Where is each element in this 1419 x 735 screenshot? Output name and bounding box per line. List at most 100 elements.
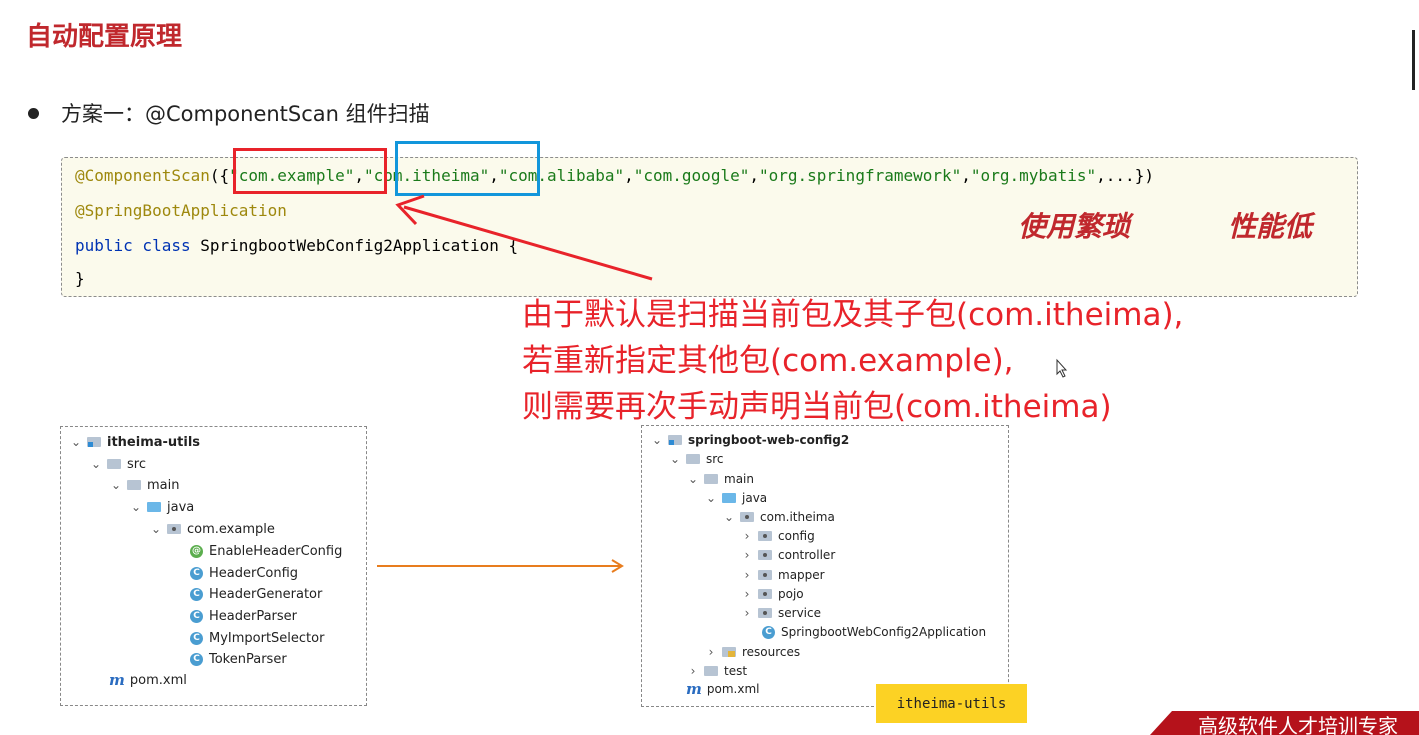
tree-node-root[interactable]: ⌄ itheima-utils bbox=[69, 433, 200, 451]
tree-node-class[interactable]: C HeaderGenerator bbox=[190, 585, 322, 603]
tree-label: service bbox=[778, 606, 821, 620]
tree-node-test[interactable]: › test bbox=[686, 662, 747, 680]
tree-node-package[interactable]: ⌄ com.example bbox=[149, 520, 275, 538]
tree-label: main bbox=[147, 477, 180, 493]
module-folder-icon bbox=[668, 435, 682, 445]
tree-node-src[interactable]: ⌄ src bbox=[668, 450, 724, 468]
tree-label: HeaderGenerator bbox=[209, 586, 323, 602]
class-icon: C bbox=[190, 587, 203, 601]
source-folder-icon bbox=[147, 502, 161, 512]
tree-node-class[interactable]: C MyImportSelector bbox=[190, 629, 324, 647]
tree-label: EnableHeaderConfig bbox=[209, 543, 343, 559]
chevron-right-icon[interactable]: › bbox=[740, 548, 754, 562]
package-icon bbox=[740, 512, 754, 522]
tree-node-app-class[interactable]: C SpringbootWebConfig2Application bbox=[762, 623, 986, 641]
tree-node-java[interactable]: ⌄ java bbox=[129, 498, 194, 516]
tree-label: pom.xml bbox=[129, 672, 187, 688]
tree-label: main bbox=[724, 472, 754, 486]
chevron-down-icon[interactable]: ⌄ bbox=[89, 457, 103, 471]
chevron-down-icon[interactable]: ⌄ bbox=[686, 472, 700, 486]
folder-icon bbox=[686, 454, 700, 464]
chevron-down-icon[interactable]: ⌄ bbox=[668, 452, 682, 466]
chevron-down-icon[interactable]: ⌄ bbox=[650, 433, 664, 447]
tree-node-root[interactable]: ⌄ springboot-web-config2 bbox=[650, 431, 849, 449]
tree-label: java bbox=[167, 499, 195, 515]
tree-label: src bbox=[706, 452, 724, 466]
tree-node-subpackage[interactable]: › controller bbox=[740, 546, 836, 564]
package-icon bbox=[167, 524, 181, 534]
project-tree-springboot-web-config2: ⌄ springboot-web-config2 ⌄ src ⌄ main ⌄ java… bbox=[641, 425, 1009, 707]
tree-label: com.itheima bbox=[760, 510, 835, 524]
tree-label: pojo bbox=[778, 587, 804, 601]
tree-label: java bbox=[742, 491, 768, 505]
tree-node-class[interactable]: @ EnableHeaderConfig bbox=[190, 542, 342, 560]
project-tree-itheima-utils: ⌄ itheima-utils ⌄ src ⌄ main ⌄ java ⌄ com.exa… bbox=[60, 426, 367, 706]
chevron-down-icon[interactable]: ⌄ bbox=[704, 491, 718, 505]
tree-node-src[interactable]: ⌄ src bbox=[89, 455, 146, 473]
folder-icon bbox=[704, 474, 718, 484]
spring-class-icon: C bbox=[762, 625, 775, 639]
folder-icon bbox=[127, 480, 141, 490]
tree-label: pom.xml bbox=[706, 682, 760, 696]
chevron-down-icon[interactable]: ⌄ bbox=[69, 435, 83, 449]
class-icon: C bbox=[190, 652, 203, 666]
folder-icon bbox=[107, 459, 121, 469]
chevron-down-icon[interactable]: ⌄ bbox=[129, 500, 143, 514]
tree-label: HeaderParser bbox=[209, 608, 298, 624]
package-icon bbox=[758, 589, 772, 599]
class-icon: C bbox=[190, 631, 203, 645]
chevron-down-icon[interactable]: ⌄ bbox=[109, 478, 123, 492]
tree-node-resources[interactable]: › resources bbox=[704, 643, 801, 661]
chevron-down-icon[interactable]: ⌄ bbox=[722, 510, 736, 524]
tree-node-class[interactable]: C HeaderParser bbox=[190, 607, 297, 625]
resources-folder-icon bbox=[722, 647, 736, 657]
chevron-down-icon[interactable]: ⌄ bbox=[149, 522, 163, 536]
chevron-right-icon[interactable]: › bbox=[740, 587, 754, 601]
module-tag: itheima-utils bbox=[876, 684, 1027, 723]
chevron-right-icon[interactable]: › bbox=[740, 568, 754, 582]
annotation-class-icon: @ bbox=[190, 544, 203, 558]
class-icon: C bbox=[190, 609, 203, 623]
tree-node-subpackage[interactable]: › pojo bbox=[740, 585, 804, 603]
class-icon: C bbox=[190, 566, 203, 580]
source-folder-icon bbox=[722, 493, 736, 503]
package-icon bbox=[758, 608, 772, 618]
tree-node-class[interactable]: C HeaderConfig bbox=[190, 564, 298, 582]
tree-node-package[interactable]: ⌄ com.itheima bbox=[722, 508, 835, 526]
chevron-right-icon[interactable]: › bbox=[740, 529, 754, 543]
package-icon bbox=[758, 550, 772, 560]
tree-label: HeaderConfig bbox=[209, 565, 299, 581]
tree-label: resources bbox=[742, 645, 801, 659]
tree-label: src bbox=[127, 456, 146, 472]
folder-icon bbox=[704, 666, 718, 676]
package-icon bbox=[758, 531, 772, 541]
chevron-right-icon[interactable]: › bbox=[740, 606, 754, 620]
tree-label: MyImportSelector bbox=[209, 630, 325, 646]
tree-node-pom[interactable]: m pom.xml bbox=[686, 680, 759, 698]
tree-node-class[interactable]: C TokenParser bbox=[190, 650, 287, 668]
tree-label: TokenParser bbox=[209, 651, 287, 667]
tree-label: SpringbootWebConfig2Application bbox=[781, 625, 987, 639]
tree-label: com.example bbox=[187, 521, 275, 537]
tree-label: itheima-utils bbox=[107, 434, 201, 450]
chevron-right-icon[interactable]: › bbox=[686, 664, 700, 678]
red-arrow-line bbox=[403, 205, 653, 281]
tree-label: config bbox=[778, 529, 815, 543]
tree-node-subpackage[interactable]: › config bbox=[740, 527, 815, 545]
tree-node-java[interactable]: ⌄ java bbox=[704, 489, 767, 507]
tree-node-subpackage[interactable]: › service bbox=[740, 604, 821, 622]
maven-icon: m bbox=[686, 680, 702, 698]
tree-node-subpackage[interactable]: › mapper bbox=[740, 566, 825, 584]
brand-banner: 高级软件人才培训专家 bbox=[1150, 711, 1419, 735]
tree-node-main[interactable]: ⌄ main bbox=[686, 470, 754, 488]
cursor-icon bbox=[1056, 358, 1068, 378]
chevron-right-icon[interactable]: › bbox=[704, 645, 718, 659]
maven-icon: m bbox=[109, 671, 125, 689]
tree-node-pom[interactable]: m pom.xml bbox=[109, 671, 187, 689]
tree-label: springboot-web-config2 bbox=[688, 433, 850, 447]
tree-label: controller bbox=[778, 548, 836, 562]
tree-label: mapper bbox=[778, 568, 825, 582]
module-folder-icon bbox=[87, 437, 101, 447]
tree-node-main[interactable]: ⌄ main bbox=[109, 476, 180, 494]
package-icon bbox=[758, 570, 772, 580]
